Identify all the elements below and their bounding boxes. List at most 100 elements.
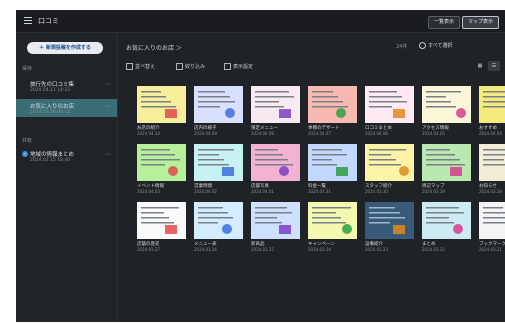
post-thumbnail — [365, 144, 414, 181]
thumbnail-text-line — [369, 91, 397, 93]
sidebar-item-local-info[interactable]: ✓ 地域の情報まとめ 2024.02.15 18:40 ⋯ — [16, 147, 117, 165]
post-date: 2024.04.07 — [308, 131, 331, 136]
grid-view-icon[interactable]: ▦ — [474, 61, 486, 71]
thumbnail-text-line — [141, 207, 179, 209]
thumbnail-text-line — [255, 159, 288, 161]
main-content: お気に入りのお店 ＞ 24件 すべて選択 並べ替え 絞り込み 表示設定 ▦ ☰ … — [118, 33, 505, 322]
sidebar: ＋ 新規投稿を作成する 保存 旅行先の口コミ集 2024.04.11 14:23… — [16, 33, 118, 322]
thumbnail-text-line — [312, 217, 341, 219]
thumbnail-text-line — [426, 217, 449, 219]
thumbnail-text-line — [312, 101, 343, 103]
post-thumbnail — [194, 202, 243, 239]
thumbnail-text-line — [426, 96, 446, 98]
post-date: 2024.04.06 — [365, 131, 388, 136]
post-date: 2024.03.28 — [479, 189, 502, 194]
sidebar-item-date: 2024.03.28 09:12 — [30, 110, 71, 115]
sort-label: 並べ替え — [135, 64, 156, 70]
thumbnail-illustration — [165, 225, 177, 234]
hamburger-menu-icon[interactable] — [24, 17, 32, 24]
thumbnail-text-line — [483, 217, 505, 219]
post-date: 2024.04.03 — [137, 189, 160, 194]
sidebar-item-title: 地域の情報まとめ — [30, 152, 75, 158]
thumbnail-text-line — [426, 101, 451, 103]
thumbnail-text-line — [369, 96, 402, 98]
thumbnail-illustration — [222, 167, 234, 176]
thumbnail-graphic — [426, 149, 465, 176]
post-date: 2024.03.26 — [194, 247, 217, 252]
thumbnail-text-line — [369, 159, 396, 161]
thumbnail-text-line — [369, 222, 390, 224]
app-window: 口コミ 一覧表示 マップ表示 ＋ 新規投稿を作成する 保存 旅行先の口コミ集 2… — [16, 10, 505, 322]
thumbnail-text-line — [426, 207, 459, 209]
thumbnail-text-line — [483, 207, 503, 209]
more-icon[interactable]: ⋯ — [105, 151, 111, 158]
post-thumbnail — [308, 86, 357, 123]
sidebar-item-favorite-shops[interactable]: お気に入りのお店 2024.03.28 09:12 ⋯ — [16, 99, 117, 117]
thumbnail-text-line — [483, 101, 505, 103]
thumbnail-text-line — [312, 222, 346, 224]
radio-icon — [419, 42, 426, 49]
thumbnail-text-line — [483, 96, 505, 98]
filter-button[interactable]: 絞り込み — [176, 63, 205, 70]
post-thumbnail — [479, 86, 505, 123]
create-post-button[interactable]: ＋ 新規投稿を作成する — [27, 42, 103, 54]
post-thumbnail — [137, 144, 186, 181]
thumbnail-graphic — [198, 91, 235, 118]
post-thumbnail — [308, 202, 357, 239]
thumbnail-text-line — [255, 149, 278, 151]
list-view-icon[interactable]: ☰ — [488, 61, 500, 71]
top-bar: 口コミ 一覧表示 マップ表示 — [16, 10, 505, 33]
thumbnail-text-line — [483, 212, 505, 214]
thumbnail-illustration — [222, 224, 232, 234]
select-all-toggle[interactable]: すべて選択 — [419, 42, 452, 49]
post-thumbnail — [479, 144, 505, 181]
display-settings-button[interactable]: 表示設定 — [224, 63, 253, 70]
sidebar-item-travel[interactable]: 旅行先の口コミ集 2024.04.11 14:23 ⋯ — [16, 77, 117, 95]
thumbnail-text-line — [426, 222, 454, 224]
thumbnail-text-line — [255, 164, 293, 166]
thumbnail-graphic — [255, 91, 294, 118]
thumbnail-text-line — [483, 159, 504, 161]
post-thumbnail — [365, 202, 414, 239]
sort-button[interactable]: 並べ替え — [126, 63, 155, 70]
thumbnail-graphic — [369, 207, 405, 234]
thumbnail-text-line — [141, 217, 169, 219]
thumbnail-text-line — [198, 164, 229, 166]
thumbnail-illustration — [393, 109, 405, 118]
thumbnail-text-line — [198, 96, 230, 98]
thumbnail-text-line — [141, 149, 170, 151]
thumbnail-illustration — [279, 225, 291, 234]
post-date: 2024.03.30 — [365, 189, 388, 194]
post-thumbnail — [422, 202, 471, 239]
post-thumbnail — [251, 144, 300, 181]
map-view-button[interactable]: マップ表示 — [462, 16, 500, 29]
thumbnail-text-line — [426, 91, 461, 93]
thumbnail-text-line — [369, 217, 405, 219]
thumbnail-illustration — [168, 166, 178, 176]
thumbnail-text-line — [312, 207, 351, 209]
thumbnail-text-line — [255, 91, 289, 93]
post-thumbnail — [308, 144, 357, 181]
thumbnail-text-line — [312, 96, 338, 98]
thumbnail-text-line — [312, 212, 336, 214]
more-icon[interactable]: ⋯ — [105, 103, 111, 110]
breadcrumb[interactable]: お気に入りのお店 ＞ — [126, 43, 182, 52]
more-icon[interactable]: ⋯ — [105, 81, 111, 88]
thumbnail-text-line — [198, 222, 218, 224]
thumbnail-text-line — [141, 222, 174, 224]
thumbnail-text-line — [483, 164, 505, 166]
thumbnail-text-line — [312, 159, 332, 161]
thumbnail-text-line — [369, 164, 401, 166]
thumbnail-text-line — [198, 106, 220, 108]
thumbnail-graphic — [312, 207, 352, 234]
thumbnail-text-line — [198, 101, 235, 103]
sidebar-item-title: 旅行先の口コミ集 — [30, 82, 75, 88]
thumbnail-text-line — [255, 212, 292, 214]
thumbnail-text-line — [369, 149, 406, 151]
thumbnail-illustration — [225, 108, 235, 118]
thumbnail-text-line — [312, 106, 348, 108]
sidebar-item-date: 2024.04.11 14:23 — [30, 88, 71, 93]
settings-icon — [224, 63, 231, 70]
list-view-button[interactable]: 一覧表示 — [428, 16, 461, 29]
sidebar-section-saved-label: 保存 — [22, 66, 33, 72]
